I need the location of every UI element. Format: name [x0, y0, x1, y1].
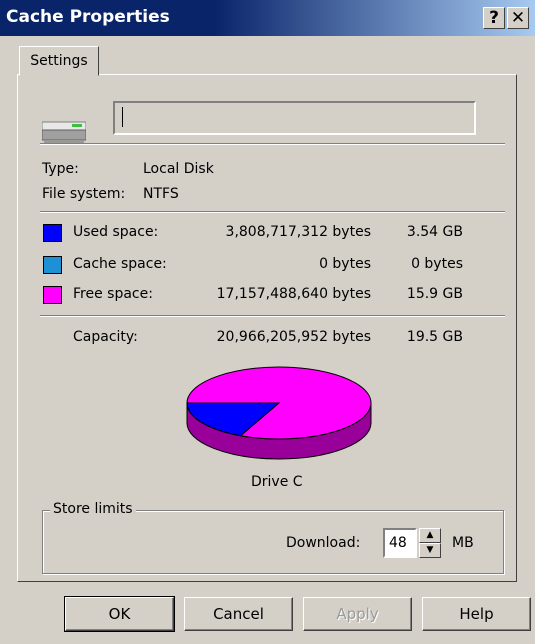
text-caret [122, 107, 123, 127]
title-bar[interactable]: Cache Properties ? ✕ [0, 0, 535, 36]
window-title: Cache Properties [6, 7, 170, 27]
free-space-label: Free space: [73, 286, 153, 302]
hard-drive-icon [42, 121, 86, 143]
help-text-button[interactable]: Help [422, 597, 531, 631]
help-button[interactable]: ? [483, 7, 505, 29]
close-button[interactable]: ✕ [507, 7, 529, 29]
cache-space-bytes: 0 bytes [319, 256, 371, 272]
type-value: Local Disk [143, 161, 214, 177]
disk-usage-pie-chart [186, 366, 372, 460]
type-label: Type: [42, 161, 79, 177]
divider [40, 143, 505, 145]
ok-button[interactable]: OK [64, 596, 175, 632]
capacity-size: 19.5 GB [406, 329, 463, 345]
file-system-label: File system: [42, 186, 126, 202]
used-space-swatch [43, 224, 62, 242]
free-space-size: 15.9 GB [406, 286, 463, 302]
free-space-bytes: 17,157,488,640 bytes [216, 286, 371, 302]
drive-name-input[interactable] [113, 101, 476, 135]
capacity-label: Capacity: [73, 329, 138, 345]
download-input[interactable]: 48 [383, 528, 417, 558]
cache-space-label: Cache space: [73, 256, 167, 272]
free-space-swatch [43, 286, 62, 304]
capacity-bytes: 20,966,205,952 bytes [216, 329, 371, 345]
spin-up-button[interactable]: ▲ [419, 528, 441, 543]
tab-settings[interactable]: Settings [19, 46, 99, 76]
download-unit: MB [452, 535, 474, 551]
store-limits-title: Store limits [50, 501, 136, 517]
drive-caption: Drive C [251, 474, 303, 490]
file-system-value: NTFS [143, 186, 179, 202]
spin-down-button[interactable]: ▼ [419, 543, 441, 558]
divider [40, 315, 505, 317]
download-label: Download: [286, 535, 361, 551]
used-space-size: 3.54 GB [406, 224, 463, 240]
cache-space-size: 0 bytes [411, 256, 463, 272]
divider [40, 211, 505, 213]
cache-space-swatch [43, 256, 62, 274]
used-space-bytes: 3,808,717,312 bytes [225, 224, 371, 240]
cancel-button[interactable]: Cancel [184, 597, 293, 631]
used-space-label: Used space: [73, 224, 159, 240]
apply-button[interactable]: Apply [303, 597, 412, 631]
